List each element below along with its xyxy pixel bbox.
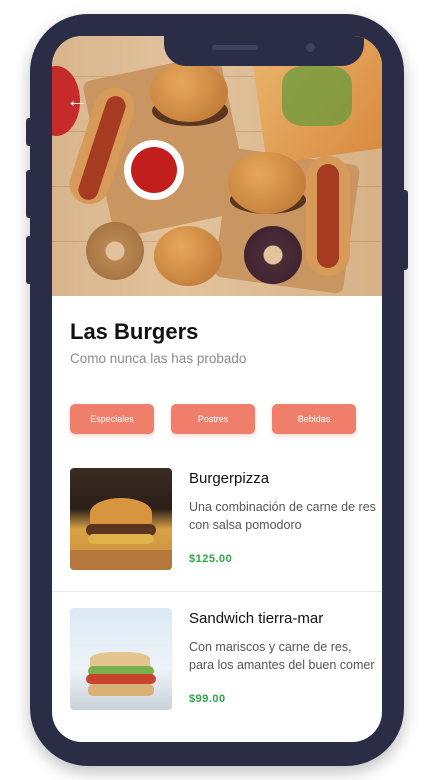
- item-name: Burgerpizza: [189, 470, 270, 487]
- phone-side-button: [26, 236, 32, 284]
- item-price: $125.00: [189, 553, 233, 565]
- menu-item[interactable]: Burgerpizza Una combinación de carne de …: [52, 452, 382, 592]
- phone-side-button: [402, 190, 408, 270]
- item-price: $99.00: [189, 693, 226, 705]
- category-tabs: Especiales Postres Bebidas: [70, 404, 356, 434]
- app-screen: ← Las Burgers Como nunca las has probado…: [52, 36, 382, 742]
- back-button[interactable]: ←: [66, 88, 90, 112]
- category-postres-button[interactable]: Postres: [171, 404, 255, 434]
- burgerpizza-image: [70, 468, 172, 570]
- sandwich-tierra-mar-image: [70, 608, 172, 710]
- arrow-left-icon: ←: [66, 87, 88, 112]
- category-especiales-button[interactable]: Especiales: [70, 404, 154, 434]
- item-description: Una combinación de carne de res con sals…: [189, 500, 376, 532]
- page-subtitle: Como nunca las has probado: [70, 351, 247, 366]
- phone-notch: [164, 36, 364, 66]
- item-description: Con mariscos y carne de res, para los am…: [189, 640, 375, 672]
- hero-food-image: [52, 36, 382, 296]
- speaker-grille: [212, 45, 258, 50]
- phone-side-button: [26, 170, 32, 218]
- category-bebidas-button[interactable]: Bebidas: [272, 404, 356, 434]
- item-name: Sandwich tierra-mar: [189, 610, 324, 627]
- front-camera: [306, 43, 315, 52]
- phone-side-button: [26, 118, 32, 146]
- menu-item[interactable]: Sandwich tierra-mar Con mariscos y carne…: [52, 592, 382, 732]
- page-title: Las Burgers: [70, 319, 199, 344]
